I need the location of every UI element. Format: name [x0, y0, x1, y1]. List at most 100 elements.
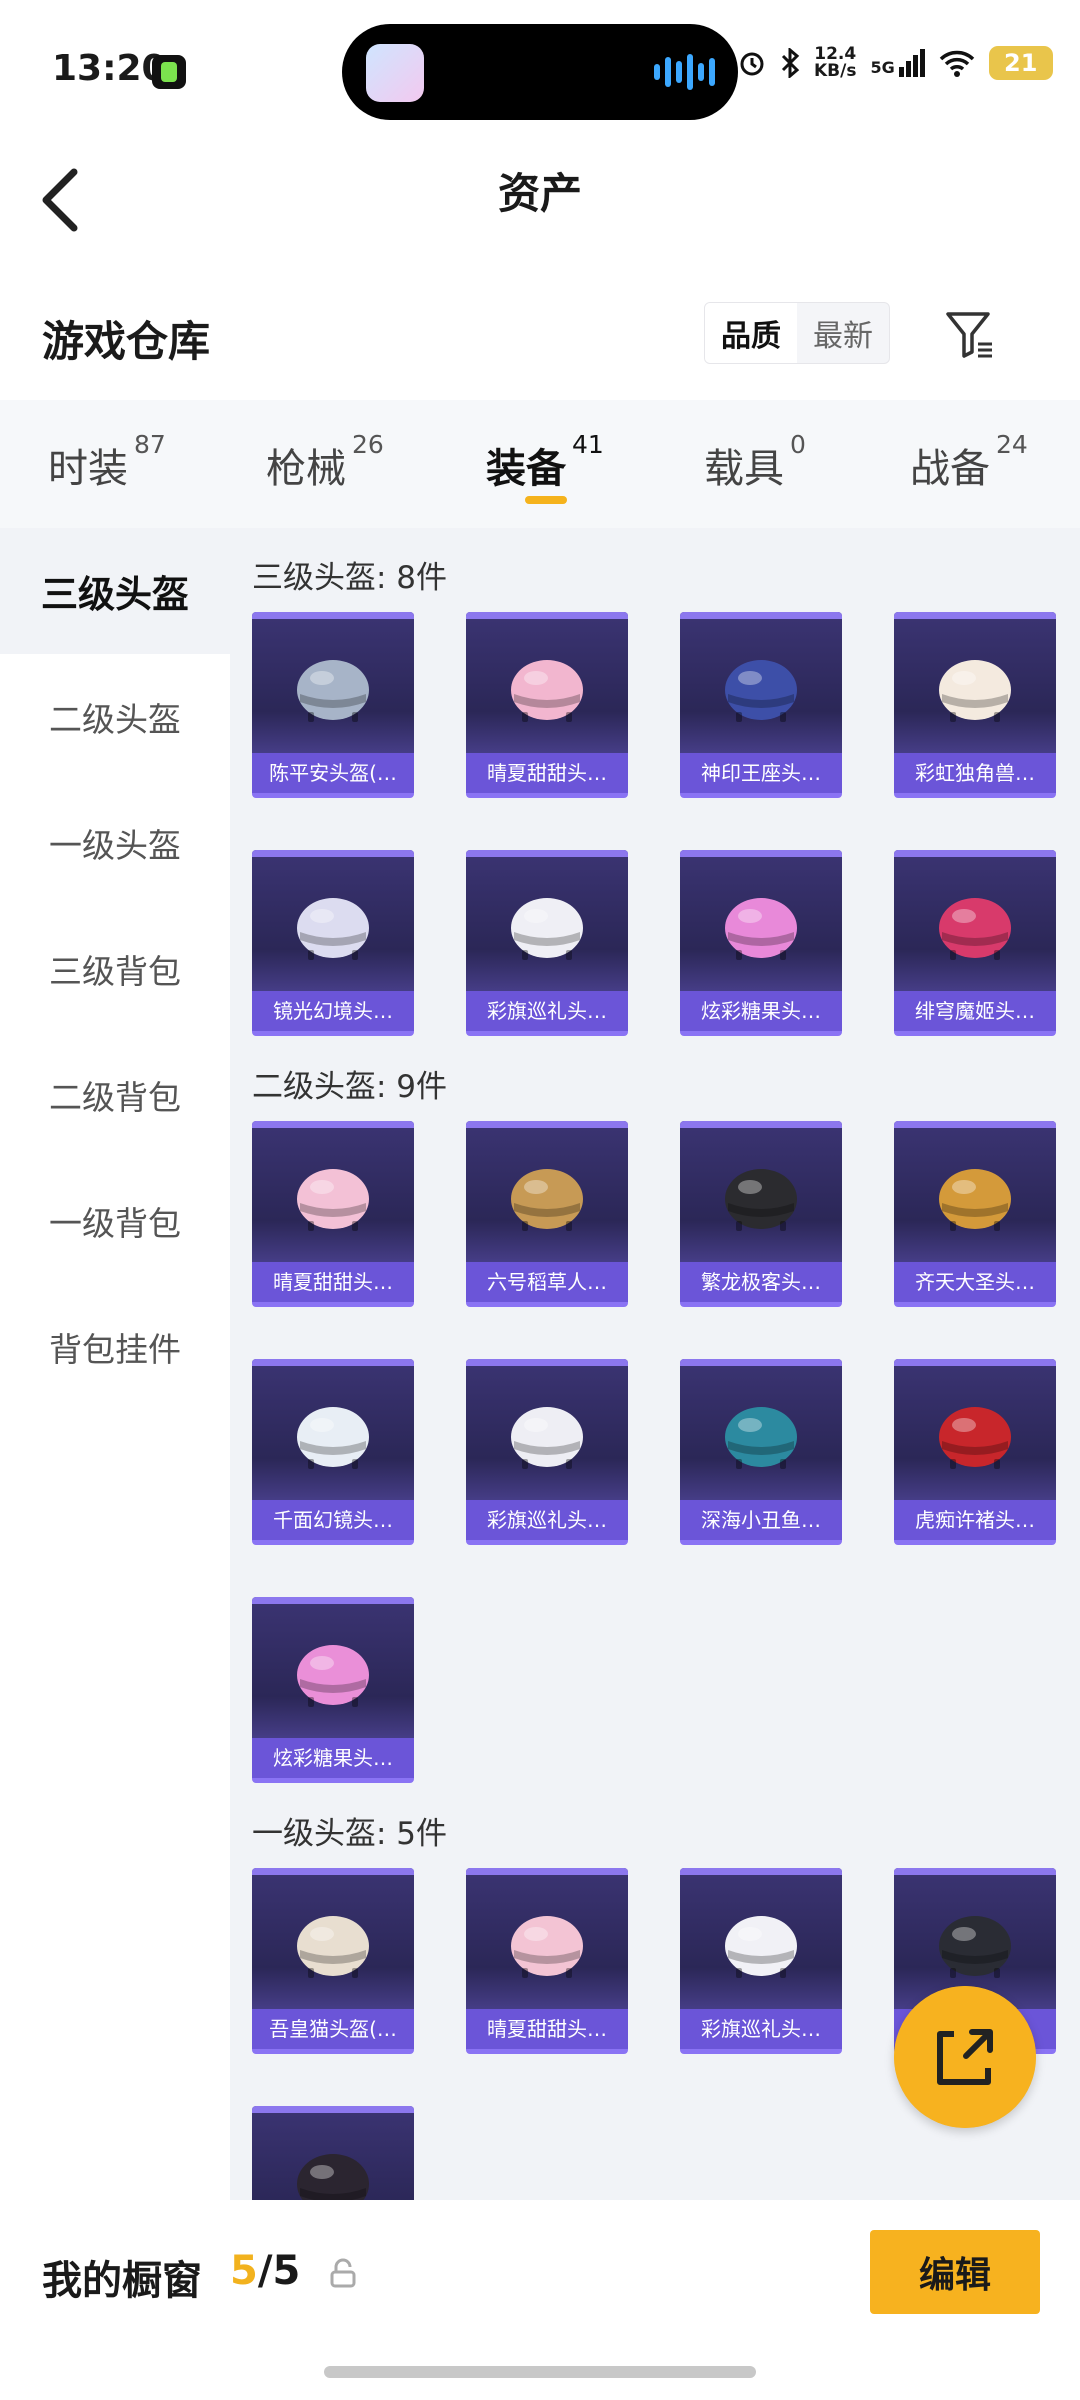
bluetooth-icon — [781, 48, 800, 78]
helmet-icon — [297, 1169, 369, 1231]
sidebar-item-level2-backpack[interactable]: 二级背包 — [0, 1032, 230, 1158]
item-card[interactable]: 绯穹魔姬头… — [894, 850, 1056, 1036]
helmet-icon — [511, 1407, 583, 1469]
helmet-icon — [297, 1916, 369, 1978]
item-card[interactable]: 虎痴许褚头… — [894, 1359, 1056, 1545]
sort-by-quality-button[interactable]: 品质 — [705, 303, 797, 363]
item-name: 繁龙极客头… — [680, 1262, 842, 1302]
sidebar-item-level3-helmet[interactable]: 三级头盔 — [0, 528, 230, 654]
dynamic-island[interactable] — [342, 24, 738, 120]
group-title: 一级头盔: 5件 — [252, 1816, 448, 1852]
helmet-icon — [297, 1645, 369, 1707]
item-name: 虎痴许褚头… — [894, 1500, 1056, 1540]
helmet-icon — [297, 898, 369, 960]
item-name: 晴夏甜甜头… — [252, 1262, 414, 1302]
edit-button[interactable]: 编辑 — [870, 2230, 1040, 2314]
alarm-icon — [740, 52, 764, 76]
item-name: 晴夏甜甜头… — [466, 2009, 628, 2049]
helmet-icon — [725, 1916, 797, 1978]
item-name: 深海小丑鱼… — [680, 1500, 842, 1540]
item-card[interactable]: 神印王座头… — [680, 612, 842, 798]
share-external-icon[interactable] — [894, 1986, 1036, 2128]
tab-fashion[interactable]: 时装 87 — [48, 430, 166, 494]
music-app-icon — [152, 55, 186, 89]
lock-icon — [330, 2258, 356, 2288]
sidebar-item-level3-backpack[interactable]: 三级背包 — [0, 906, 230, 1032]
helmet-icon — [297, 2154, 369, 2200]
helmet-icon — [511, 1169, 583, 1231]
app-thumbnail-icon — [366, 44, 424, 102]
item-card[interactable]: 炫彩糖果头… — [252, 1597, 414, 1783]
item-name: 彩旗巡礼头… — [680, 2009, 842, 2049]
tab-equipment[interactable]: 装备 41 — [486, 430, 604, 494]
helmet-icon — [511, 660, 583, 722]
helmet-icon — [939, 898, 1011, 960]
active-tab-indicator — [525, 496, 567, 504]
item-name: 六号稻草人… — [466, 1262, 628, 1302]
tab-vehicles[interactable]: 载具 0 — [704, 430, 806, 494]
item-name: 绯穹魔姬头… — [894, 991, 1056, 1031]
item-card[interactable]: 晴夏甜甜头… — [466, 1868, 628, 2054]
item-name: 镜光幻境头… — [252, 991, 414, 1031]
item-card[interactable]: 彩旗巡礼头… — [680, 1868, 842, 2054]
item-name: 齐天大圣头… — [894, 1262, 1056, 1302]
item-card[interactable]: 齐天大圣头… — [894, 1121, 1056, 1307]
status-bar: 13:20 12.4 KB/s 5G 21 — [0, 0, 1080, 140]
item-card[interactable]: 彩虹独角兽… — [894, 612, 1056, 798]
home-indicator[interactable] — [324, 2366, 756, 2378]
sidebar-item-backpack-charm[interactable]: 背包挂件 — [0, 1284, 230, 1410]
showcase-bar: 我的橱窗 5/5 编辑 — [0, 2200, 1080, 2400]
item-card[interactable]: 六号稻草人… — [466, 1121, 628, 1307]
item-grid: 三级头盔: 8件 二级头盔: 9件 一级头盔: 5件 陈平安头盔(… 晴夏甜甜头…… — [230, 528, 1080, 2200]
item-name: 晴夏甜甜头… — [466, 753, 628, 793]
item-name: 彩虹独角兽… — [894, 753, 1056, 793]
warehouse-header: 游戏仓库 品质 最新 — [0, 270, 1080, 400]
category-tabs: 时装 87 枪械 26 装备 41 载具 0 战备 24 — [0, 400, 1080, 528]
sidebar-item-level2-helmet[interactable]: 二级头盔 — [0, 654, 230, 780]
audio-wave-icon — [654, 54, 715, 90]
item-name: 神印王座头… — [680, 753, 842, 793]
helmet-icon — [725, 898, 797, 960]
item-name: 陈平安头盔(… — [252, 753, 414, 793]
item-card[interactable] — [252, 2106, 414, 2200]
item-card[interactable]: 吾皇猫头盔(… — [252, 1868, 414, 2054]
item-card[interactable]: 彩旗巡礼头… — [466, 850, 628, 1036]
item-card[interactable]: 繁龙极客头… — [680, 1121, 842, 1307]
page-title: 资产 — [497, 169, 582, 218]
tab-supplies[interactable]: 战备 24 — [910, 430, 1028, 494]
helmet-icon — [725, 1407, 797, 1469]
helmet-icon — [725, 1169, 797, 1231]
item-name: 炫彩糖果头… — [252, 1738, 414, 1778]
item-card[interactable]: 深海小丑鱼… — [680, 1359, 842, 1545]
tab-weapons[interactable]: 枪械 26 — [266, 430, 384, 494]
item-card[interactable]: 千面幻镜头… — [252, 1359, 414, 1545]
sidebar-item-level1-backpack[interactable]: 一级背包 — [0, 1158, 230, 1284]
item-card[interactable]: 彩旗巡礼头… — [466, 1359, 628, 1545]
item-card[interactable]: 晴夏甜甜头… — [466, 612, 628, 798]
helmet-icon — [939, 1407, 1011, 1469]
item-card[interactable]: 晴夏甜甜头… — [252, 1121, 414, 1307]
filter-icon[interactable] — [942, 306, 998, 362]
item-card[interactable]: 陈平安头盔(… — [252, 612, 414, 798]
helmet-icon — [297, 660, 369, 722]
sort-toggle: 品质 最新 — [704, 302, 890, 364]
top-nav: 资产 — [0, 140, 1080, 270]
showcase-label: 我的橱窗 — [42, 2258, 202, 2304]
sort-by-newest-button[interactable]: 最新 — [797, 303, 889, 363]
sidebar-item-level1-helmet[interactable]: 一级头盔 — [0, 780, 230, 906]
subcategory-sidebar: 三级头盔 二级头盔 一级头盔 三级背包 二级背包 一级背包 背包挂件 — [0, 528, 230, 2200]
wifi-icon — [939, 50, 974, 77]
signal-icon: 5G — [870, 49, 925, 77]
item-name: 彩旗巡礼头… — [466, 1500, 628, 1540]
helmet-icon — [939, 1169, 1011, 1231]
showcase-count: 5/5 — [230, 2248, 301, 2294]
helmet-icon — [297, 1407, 369, 1469]
item-card[interactable]: 镜光幻境头… — [252, 850, 414, 1036]
item-name: 炫彩糖果头… — [680, 991, 842, 1031]
helmet-icon — [939, 1916, 1011, 1978]
group-title: 二级头盔: 9件 — [252, 1069, 448, 1105]
item-name: 吾皇猫头盔(… — [252, 2009, 414, 2049]
net-speed: 12.4 KB/s — [814, 44, 857, 81]
item-card[interactable]: 炫彩糖果头… — [680, 850, 842, 1036]
helmet-icon — [511, 1916, 583, 1978]
